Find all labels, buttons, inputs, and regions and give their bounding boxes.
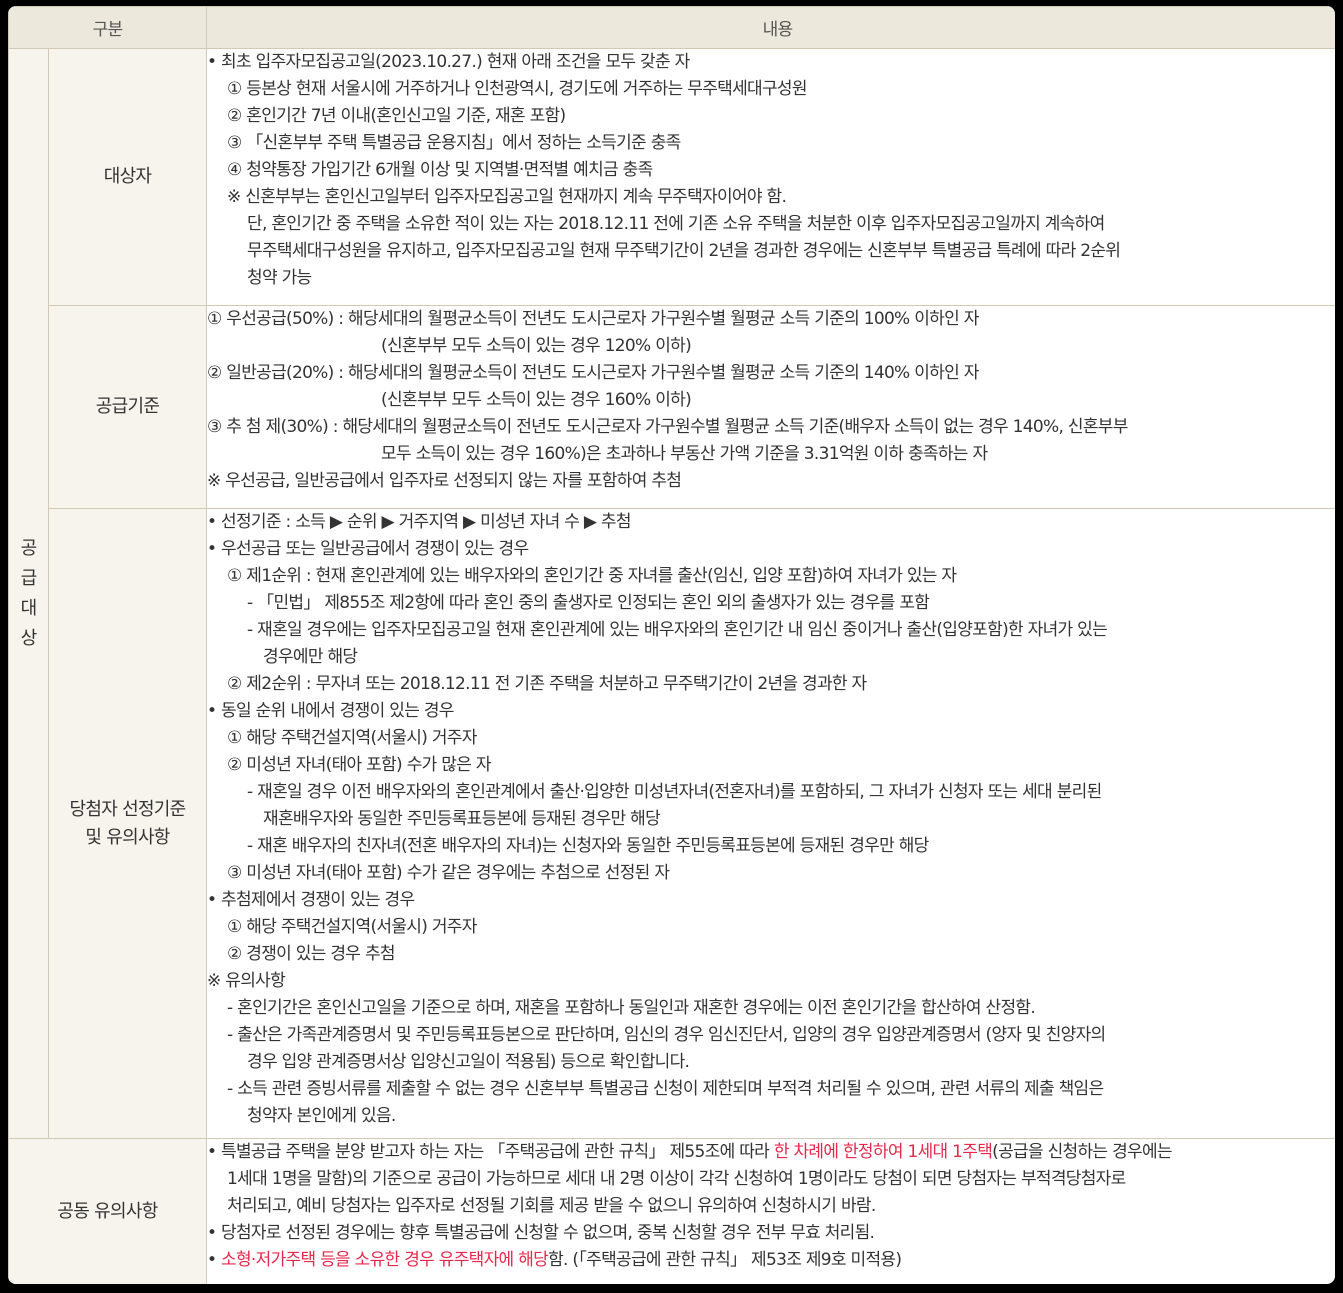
text-line: ② 일반공급(20%) : 해당세대의 월평균소득이 전년도 도시근로자 가구원… — [207, 363, 980, 383]
category-char: 대 — [20, 597, 38, 619]
text-segment: • 특별공급 주택을 분양 받고자 하는 자는 「주택공급에 관한 규칙」 제5… — [207, 1142, 774, 1162]
highlight-text: 한 차례에 한정하여 1세대 1주택 — [773, 1142, 993, 1162]
text-line: • 최초 입주자모집공고일(2023.10.27.) 현재 아래 조건을 모두 … — [207, 52, 691, 72]
text-line: - 재혼 배우자의 친자녀(전혼 배우자의 자녀)는 신청자와 동일한 주민등록… — [247, 836, 929, 856]
text-line: • 당첨자로 선정된 경우에는 향후 특별공급에 신청할 수 없으며, 중복 신… — [207, 1223, 875, 1243]
text-line: ※ 유의사항 — [207, 971, 286, 991]
text-line: 경우 입양 관계증명서상 입양신고일이 적용됨) 등으로 확인합니다. — [247, 1052, 690, 1072]
text-line: ① 해당 주택건설지역(서울시) 거주자 — [227, 917, 477, 937]
text-line: ※ 신혼부부는 혼인신고일부터 입주자모집공고일 현재까지 계속 무주택자이어야… — [227, 187, 787, 207]
text-line: 단, 혼인기간 중 주택을 소유한 적이 있는 자는 2018.12.11 전에… — [247, 214, 1105, 234]
header-category: 구분 — [8, 6, 208, 49]
text-line: - 재혼일 경우에는 입주자모집공고일 현재 혼인관계에 있는 배우자와의 혼인… — [247, 620, 1108, 640]
text-line: ③ 추 첨 제(30%) : 해당세대의 월평균소득이 전년도 도시근로자 가구… — [207, 417, 1129, 437]
text-line: ① 제1순위 : 현재 혼인관계에 있는 배우자와의 혼인기간 중 자녀를 출산… — [227, 566, 957, 586]
row-selection: 당첨자 선정기준 및 유의사항 • 선정기준 : 소득 ▶ 순위 ▶ 거주지역 … — [9, 508, 1335, 1139]
category-label: 공급대상 — [9, 534, 48, 654]
text-line: • 우선공급 또는 일반공급에서 경쟁이 있는 경우 — [207, 539, 530, 559]
text-line: ① 등본상 현재 서울시에 거주하거나 인천광역시, 경기도에 거주하는 무주택… — [227, 79, 807, 99]
row-target: 공급대상 대상자 • 최초 입주자모집공고일(2023.10.27.) 현재 아… — [8, 48, 1335, 1139]
table-header-row: 구분 내용 — [8, 6, 1335, 49]
text-segment: 함. (「주택공급에 관한 규칙」 제53조 제9호 미적용) — [548, 1250, 902, 1270]
label-target: 대상자 — [47, 48, 208, 306]
label-common: 공동 유의사항 — [8, 1138, 208, 1284]
text-line: 무주택세대구성원을 유지하고, 입주자모집공고일 현재 무주택기간이 2년을 경… — [247, 241, 1121, 261]
label-selection: 당첨자 선정기준 및 유의사항 — [47, 508, 208, 1139]
text-line: 청약 가능 — [247, 268, 312, 288]
text-line: 처리되고, 예비 당첨자는 입주자로 선정될 기회를 제공 받을 수 없으니 유… — [227, 1196, 876, 1216]
supply-target-table: 구분 내용 공급대상 대상자 • 최초 입주자모집공고일(2023.10.27.… — [8, 6, 1335, 1284]
notice-table-frame: 구분 내용 공급대상 대상자 • 최초 입주자모집공고일(2023.10.27.… — [8, 6, 1335, 1284]
header-content: 내용 — [206, 6, 1335, 49]
text-line: ② 미성년 자녀(태아 포함) 수가 많은 자 — [227, 755, 491, 775]
text-line: (신혼부부 모두 소득이 있는 경우 120% 이하) — [381, 336, 692, 356]
text-line: 경우에만 해당 — [263, 647, 358, 667]
text-segment: (공급을 신청하는 경우에는 — [992, 1142, 1172, 1162]
text-line: • 추첨제에서 경쟁이 있는 경우 — [207, 890, 416, 910]
label-selection-line1: 당첨자 선정기준 — [69, 798, 186, 820]
text-line: ③ 「신혼부부 주택 특별공급 운용지침」에서 정하는 소득기준 충족 — [227, 133, 681, 153]
text-line: - 소득 관련 증빙서류를 제출할 수 없는 경우 신혼부부 특별공급 신청이 … — [227, 1079, 1104, 1099]
content-target: • 최초 입주자모집공고일(2023.10.27.) 현재 아래 조건을 모두 … — [206, 48, 1335, 306]
category-supply-target: 공급대상 — [8, 48, 49, 1139]
text-line: 청약자 본인에게 있음. — [247, 1106, 396, 1126]
text-line: • 소형·저가주택 등을 소유한 경우 유주택자에 해당함. (「주택공급에 관… — [207, 1247, 1335, 1274]
category-char: 급 — [20, 567, 38, 589]
text-line: ※ 우선공급, 일반공급에서 입주자로 선정되지 않는 자를 포함하여 추첨 — [207, 471, 682, 491]
text-line: ③ 미성년 자녀(태아 포함) 수가 같은 경우에는 추첨으로 선정된 자 — [227, 863, 670, 883]
text-segment: • — [207, 1250, 222, 1270]
text-line: - 재혼일 경우 이전 배우자와의 혼인관계에서 출산·입양한 미성년자녀(전혼… — [247, 782, 1102, 802]
text-line: 모두 소득이 있는 경우 160%)은 초과하나 부동산 가액 기준을 3.31… — [381, 444, 988, 464]
text-line: ② 제2순위 : 무자녀 또는 2018.12.11 전 기존 주택을 처분하고… — [227, 674, 867, 694]
label-criteria: 공급기준 — [47, 305, 208, 509]
row-criteria: 공급기준 ① 우선공급(50%) : 해당세대의 월평균소득이 전년도 도시근로… — [9, 305, 1335, 509]
content-common: • 특별공급 주택을 분양 받고자 하는 자는 「주택공급에 관한 규칙」 제5… — [206, 1138, 1335, 1284]
text-line: ④ 청약통장 가입기간 6개월 이상 및 지역별·면적별 예치금 충족 — [227, 160, 653, 180]
text-line: 재혼배우자와 동일한 주민등록표등본에 등재된 경우만 해당 — [263, 809, 661, 829]
text-line: ② 경쟁이 있는 경우 추첨 — [227, 944, 396, 964]
label-selection-line2: 및 유의사항 — [85, 826, 170, 848]
category-char: 공 — [20, 537, 38, 559]
text-line: - 혼인기간은 혼인신고일을 기준으로 하며, 재혼을 포함하나 동일인과 재혼… — [227, 998, 1036, 1018]
text-line: (신혼부부 모두 소득이 있는 경우 160% 이하) — [381, 390, 692, 410]
text-line: - 출산은 가족관계증명서 및 주민등록표등본으로 판단하며, 임신의 경우 임… — [227, 1025, 1106, 1045]
row-common: 공동 유의사항 • 특별공급 주택을 분양 받고자 하는 자는 「주택공급에 관… — [8, 1138, 1335, 1284]
content-selection: • 선정기준 : 소득 ▶ 순위 ▶ 거주지역 ▶ 미성년 자녀 수 ▶ 추첨 … — [206, 508, 1335, 1139]
text-line: 1세대 1명을 말함)의 기준으로 공급이 가능하므로 세대 내 2명 이상이 … — [227, 1169, 1126, 1189]
text-line: ① 해당 주택건설지역(서울시) 거주자 — [227, 728, 477, 748]
category-char: 상 — [20, 627, 38, 649]
highlight-text: 소형·저가주택 등을 소유한 경우 유주택자에 해당 — [221, 1250, 549, 1270]
text-line: • 동일 순위 내에서 경쟁이 있는 경우 — [207, 701, 455, 721]
text-line: • 선정기준 : 소득 ▶ 순위 ▶ 거주지역 ▶ 미성년 자녀 수 ▶ 추첨 — [207, 512, 632, 532]
content-criteria: ① 우선공급(50%) : 해당세대의 월평균소득이 전년도 도시근로자 가구원… — [206, 305, 1335, 509]
text-line: ① 우선공급(50%) : 해당세대의 월평균소득이 전년도 도시근로자 가구원… — [207, 309, 980, 329]
text-line: - 「민법」 제855조 제2항에 따라 혼인 중의 출생자로 인정되는 혼인 … — [247, 593, 930, 613]
text-line: • 특별공급 주택을 분양 받고자 하는 자는 「주택공급에 관한 규칙」 제5… — [207, 1140, 1335, 1167]
text-line: ② 혼인기간 7년 이내(혼인신고일 기준, 재혼 포함) — [227, 106, 566, 126]
